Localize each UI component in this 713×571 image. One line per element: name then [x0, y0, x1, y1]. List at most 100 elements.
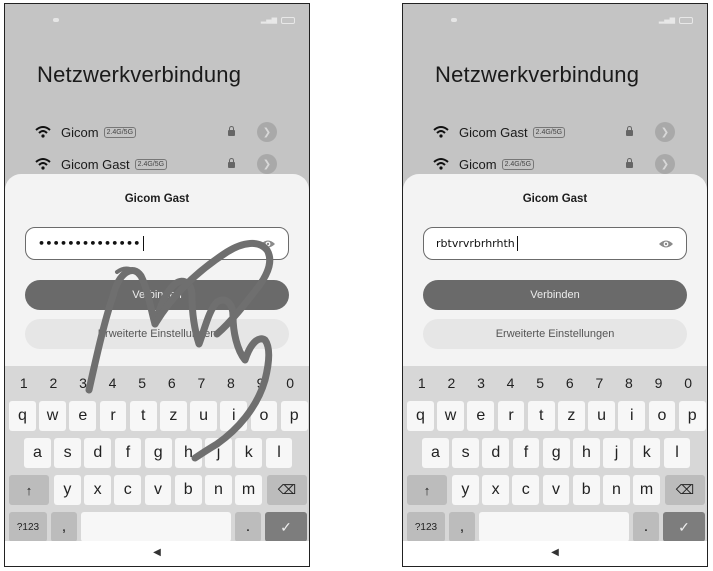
key-3[interactable]: 3: [68, 370, 98, 396]
key-9[interactable]: 9: [644, 370, 674, 396]
key-w[interactable]: w: [39, 401, 66, 431]
key-f[interactable]: f: [512, 438, 540, 468]
key-n[interactable]: n: [603, 475, 630, 505]
key-t[interactable]: t: [129, 401, 157, 431]
key-k[interactable]: k: [633, 438, 661, 468]
advanced-settings-button[interactable]: Erweiterte Einstellungen: [423, 319, 687, 349]
symbols-key[interactable]: ?123: [9, 512, 47, 542]
key-1[interactable]: 1: [9, 370, 39, 396]
enter-key[interactable]: ✓: [663, 512, 705, 542]
key-0[interactable]: 0: [673, 370, 703, 396]
period-key[interactable]: .: [235, 512, 261, 542]
eye-icon[interactable]: [658, 237, 674, 251]
key-x[interactable]: x: [482, 475, 509, 505]
key-u[interactable]: u: [588, 401, 615, 431]
key-e[interactable]: e: [69, 401, 97, 431]
key-i[interactable]: i: [618, 401, 646, 431]
key-j[interactable]: j: [603, 438, 630, 468]
backspace-key[interactable]: ⌫: [267, 475, 307, 505]
key-g[interactable]: g: [542, 438, 570, 468]
key-k[interactable]: k: [235, 438, 263, 468]
password-input[interactable]: rbtvrvrbrhrhth: [423, 227, 687, 260]
key-4[interactable]: 4: [496, 370, 526, 396]
key-e[interactable]: e: [467, 401, 495, 431]
key-8[interactable]: 8: [216, 370, 246, 396]
key-x[interactable]: x: [84, 475, 111, 505]
spacebar[interactable]: [81, 512, 231, 542]
back-icon[interactable]: ◀: [153, 547, 161, 558]
key-b[interactable]: b: [572, 475, 600, 505]
key-p[interactable]: p: [280, 401, 308, 431]
key-n[interactable]: n: [205, 475, 232, 505]
key-1[interactable]: 1: [407, 370, 437, 396]
key-6[interactable]: 6: [555, 370, 585, 396]
key-o[interactable]: o: [250, 401, 278, 431]
key-q[interactable]: q: [9, 401, 36, 431]
connect-button[interactable]: Verbinden: [423, 280, 687, 310]
key-5[interactable]: 5: [525, 370, 555, 396]
spacebar[interactable]: [479, 512, 629, 542]
key-p[interactable]: p: [678, 401, 706, 431]
key-y[interactable]: y: [452, 475, 479, 505]
backspace-key[interactable]: ⌫: [665, 475, 705, 505]
key-q[interactable]: q: [407, 401, 434, 431]
symbols-key[interactable]: ?123: [407, 512, 445, 542]
key-r[interactable]: r: [497, 401, 525, 431]
network-details-button[interactable]: ❯: [257, 122, 277, 142]
network-item[interactable]: Gicom Gast 2.4G/5G ❯: [35, 153, 287, 175]
key-8[interactable]: 8: [614, 370, 644, 396]
key-7[interactable]: 7: [585, 370, 615, 396]
key-2[interactable]: 2: [437, 370, 467, 396]
network-item[interactable]: Gicom Gast 2.4G/5G ❯: [433, 121, 685, 143]
key-u[interactable]: u: [190, 401, 217, 431]
key-h[interactable]: h: [175, 438, 202, 468]
key-d[interactable]: d: [482, 438, 510, 468]
back-icon[interactable]: ◀: [551, 547, 559, 558]
key-7[interactable]: 7: [187, 370, 217, 396]
key-l[interactable]: l: [663, 438, 691, 468]
network-item[interactable]: Gicom 2.4G/5G ❯: [35, 121, 287, 143]
key-i[interactable]: i: [220, 401, 248, 431]
network-details-button[interactable]: ❯: [655, 154, 675, 174]
period-key[interactable]: .: [633, 512, 659, 542]
key-m[interactable]: m: [235, 475, 262, 505]
key-s[interactable]: s: [452, 438, 479, 468]
key-j[interactable]: j: [205, 438, 232, 468]
key-a[interactable]: a: [24, 438, 51, 468]
network-item[interactable]: Gicom 2.4G/5G ❯: [433, 153, 685, 175]
key-o[interactable]: o: [648, 401, 676, 431]
key-c[interactable]: c: [512, 475, 540, 505]
network-details-button[interactable]: ❯: [655, 122, 675, 142]
key-c[interactable]: c: [114, 475, 142, 505]
key-v[interactable]: v: [542, 475, 570, 505]
advanced-settings-button[interactable]: Erweiterte Einstellungen: [25, 319, 289, 349]
key-a[interactable]: a: [422, 438, 449, 468]
key-w[interactable]: w: [437, 401, 464, 431]
shift-key[interactable]: ↑: [9, 475, 49, 505]
comma-key[interactable]: ,: [449, 512, 475, 542]
key-s[interactable]: s: [54, 438, 81, 468]
password-input[interactable]: ••••••••••••••: [25, 227, 289, 260]
key-t[interactable]: t: [527, 401, 555, 431]
key-2[interactable]: 2: [39, 370, 69, 396]
key-d[interactable]: d: [84, 438, 112, 468]
key-f[interactable]: f: [114, 438, 142, 468]
network-details-button[interactable]: ❯: [257, 154, 277, 174]
enter-key[interactable]: ✓: [265, 512, 307, 542]
key-0[interactable]: 0: [275, 370, 305, 396]
eye-icon[interactable]: [260, 237, 276, 251]
key-h[interactable]: h: [573, 438, 600, 468]
key-l[interactable]: l: [265, 438, 293, 468]
key-4[interactable]: 4: [98, 370, 128, 396]
key-g[interactable]: g: [144, 438, 172, 468]
key-3[interactable]: 3: [466, 370, 496, 396]
shift-key[interactable]: ↑: [407, 475, 447, 505]
key-v[interactable]: v: [144, 475, 172, 505]
key-9[interactable]: 9: [246, 370, 276, 396]
key-r[interactable]: r: [99, 401, 127, 431]
key-m[interactable]: m: [633, 475, 660, 505]
key-z[interactable]: z: [160, 401, 187, 431]
key-5[interactable]: 5: [127, 370, 157, 396]
connect-button[interactable]: Verbinden: [25, 280, 289, 310]
comma-key[interactable]: ,: [51, 512, 77, 542]
